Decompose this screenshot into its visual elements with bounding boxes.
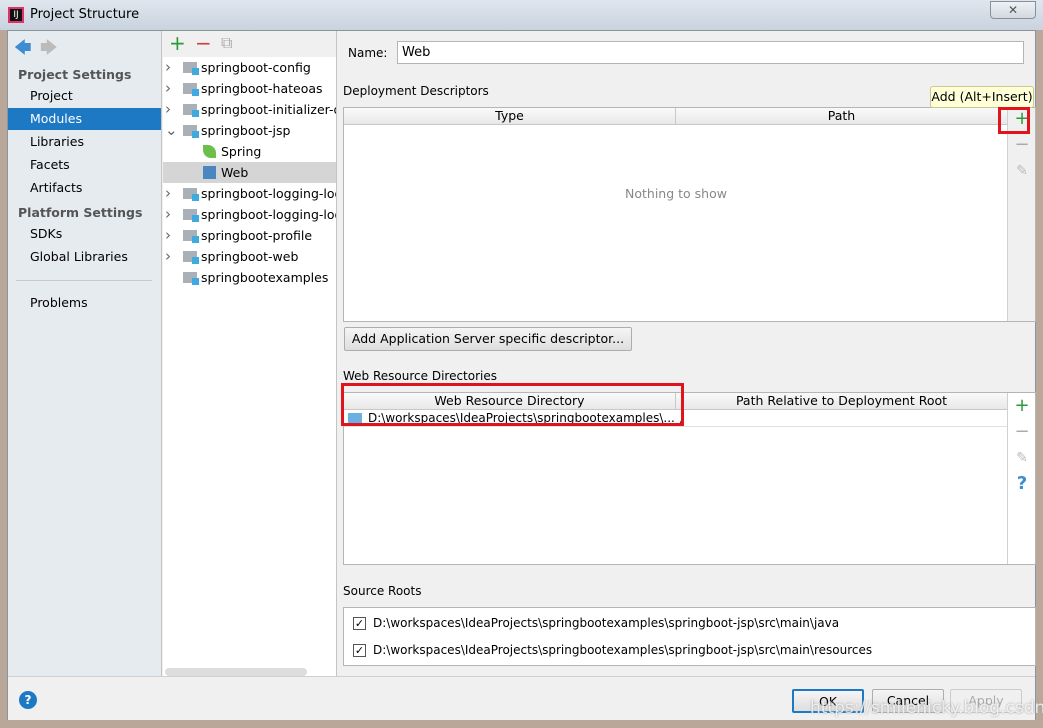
horizontal-scrollbar[interactable] [165,668,307,676]
tree-item[interactable]: ⌄ springboot-jsp [163,120,336,141]
tree-item-label: springboot-jsp [201,123,291,138]
module-folder-icon [183,125,199,138]
module-settings: Name: Deployment Descriptors Type Path N… [338,31,1036,676]
module-folder-icon [183,188,199,201]
forward-arrow-icon[interactable]: 🡆 [40,35,58,64]
chevron-right-icon[interactable]: › [165,78,171,99]
divider [16,280,152,281]
platform-settings-heading: Platform Settings [18,205,143,220]
source-roots-list: ✓ D:\workspaces\IdeaProjects\springboote… [343,607,1036,666]
sidebar-item-sdks[interactable]: SDKs [8,223,161,245]
window-title: Project Structure [30,7,140,22]
back-arrow-icon[interactable]: 🡄 [14,35,32,64]
tree-item[interactable]: › springboot-logging-logback [163,204,336,225]
chevron-right-icon[interactable]: › [165,183,171,204]
tree-item-label: springboot-profile [201,228,313,243]
module-folder-icon [183,62,199,75]
sidebar-item-facets[interactable]: Facets [8,154,161,176]
sidebar-item-modules[interactable]: Modules [8,108,161,130]
tree-item[interactable]: Web [163,162,336,183]
module-tree: + − ⧉ › springboot-config › springboot-hate… [163,31,337,676]
source-root-checkbox[interactable]: ✓ [353,617,366,630]
chevron-right-icon[interactable]: › [165,225,171,246]
add-descriptor-button[interactable]: Add Application Server specific descript… [344,327,632,351]
intellij-icon: IJ [8,7,24,23]
remove-icon[interactable]: − [1008,134,1036,156]
tree-item[interactable]: › springboot-initializer-quick [163,99,336,120]
edit-pencil-icon[interactable]: ✎ [1008,160,1036,182]
module-folder-icon [183,251,199,264]
tree-item-label: springboot-initializer-quick [201,102,336,117]
module-folder-icon [183,83,199,96]
tree-item[interactable]: › springboot-profile [163,225,336,246]
add-icon[interactable]: + [169,31,186,55]
chevron-right-icon[interactable]: › [165,204,171,225]
tree-item-label: Spring [221,144,262,159]
sidebar-item-project[interactable]: Project [8,85,161,107]
tree-item-label: springboot-logging-log4j [201,186,336,201]
tree-item-label: Web [221,165,249,180]
source-roots-title: Source Roots [343,584,422,598]
dialog-body: 🡄 🡆 Project Settings Project Modules Lib… [7,30,1036,720]
add-icon[interactable]: + [1008,395,1036,417]
tree-item-label: springboot-hateoas [201,81,323,96]
module-folder-icon [183,209,199,222]
web-resource-actions: + − ✎ ? [1007,393,1035,564]
descriptor-actions: + − ✎ [1007,108,1035,321]
chevron-right-icon[interactable]: › [165,57,171,78]
source-root-path: D:\workspaces\IdeaProjects\springbootexa… [373,643,873,657]
help-icon[interactable]: ? [1008,473,1036,495]
tree-item[interactable]: Spring [163,141,336,162]
tree-item[interactable]: › springboot-hateoas [163,78,336,99]
tree-item-label: springbootexamples [201,270,329,285]
chevron-right-icon[interactable]: › [165,246,171,267]
column-header-path[interactable]: Path [676,108,1008,125]
column-header-relative-path[interactable]: Path Relative to Deployment Root [676,393,1008,410]
remove-icon[interactable]: − [195,31,212,55]
remove-icon[interactable]: − [1008,421,1036,443]
name-input[interactable] [397,41,1024,64]
sidebar-item-libraries[interactable]: Libraries [8,131,161,153]
deployment-descriptors-title: Deployment Descriptors [343,84,489,98]
deployment-descriptors-table: Type Path Nothing to show + − ✎ [343,107,1036,322]
web-facet-icon [203,166,216,179]
tree-item-label: springboot-config [201,60,311,75]
module-folder-icon [183,230,199,243]
tree-item[interactable]: › springboot-web [163,246,336,267]
project-settings-heading: Project Settings [18,67,132,82]
empty-text: Nothing to show [625,186,727,201]
module-folder-icon [183,104,199,117]
source-root-checkbox[interactable]: ✓ [353,644,366,657]
sidebar-item-problems[interactable]: Problems [8,292,161,314]
spring-leaf-icon [203,145,216,158]
chevron-down-icon[interactable]: ⌄ [165,120,178,141]
name-label: Name: [348,46,388,60]
title-bar: IJ Project Structure ✕ [0,0,1043,30]
source-root-path: D:\workspaces\IdeaProjects\springbootexa… [373,616,840,630]
help-button[interactable]: ? [19,691,37,709]
edit-pencil-icon[interactable]: ✎ [1008,447,1036,469]
module-folder-icon [183,272,199,285]
sidebar: 🡄 🡆 Project Settings Project Modules Lib… [8,31,162,676]
tree-item-label: springboot-web [201,249,299,264]
close-button[interactable]: ✕ [990,1,1036,19]
watermark: https://smilenicky.blog.csdn.net [810,698,1043,718]
tree-toolbar: + − ⧉ [163,31,336,57]
tree-item[interactable]: › springboot-logging-log4j [163,183,336,204]
sidebar-item-global-libraries[interactable]: Global Libraries [8,246,161,268]
highlight-box [998,107,1030,134]
tree-item[interactable]: › springboot-config [163,57,336,78]
tree-item-label: springboot-logging-logback [201,207,336,222]
copy-icon[interactable]: ⧉ [221,33,232,53]
web-resource-directories-title: Web Resource Directories [343,369,497,383]
tree-item[interactable]: springbootexamples [163,267,336,288]
tooltip: Add (Alt+Insert) [930,86,1034,108]
sidebar-item-artifacts[interactable]: Artifacts [8,177,161,199]
highlight-box [341,383,684,426]
column-header-type[interactable]: Type [344,108,676,125]
chevron-right-icon[interactable]: › [165,99,171,120]
